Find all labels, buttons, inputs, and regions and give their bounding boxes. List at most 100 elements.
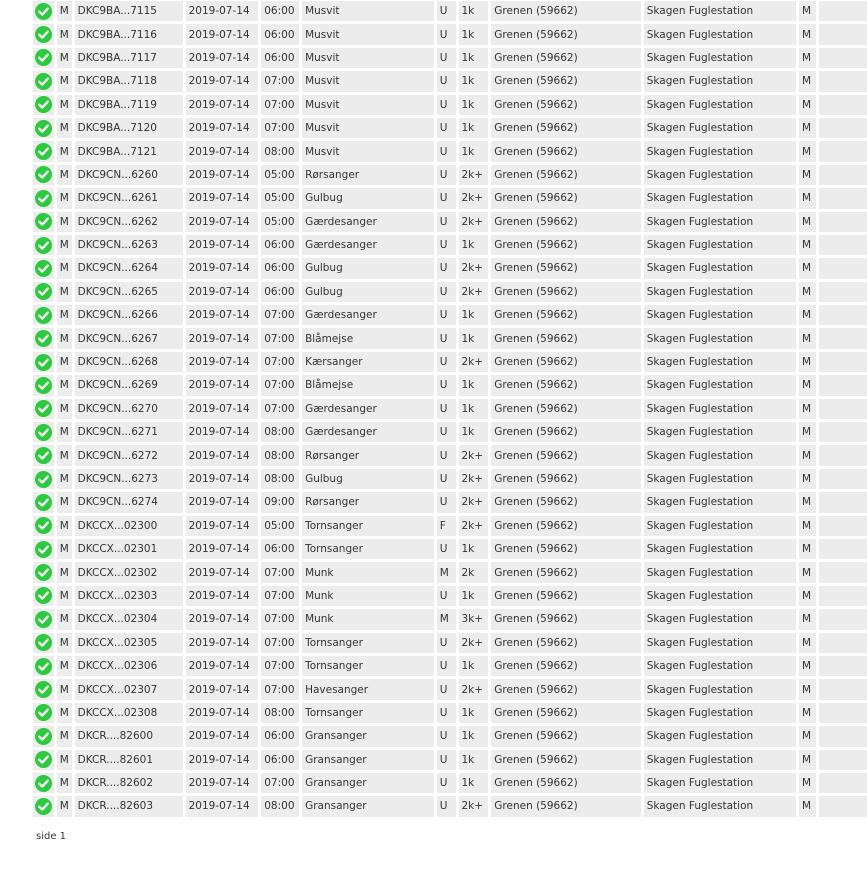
- status-flag: M: [799, 679, 819, 700]
- check-circle-icon: [34, 470, 52, 488]
- species-name: Rørsanger: [302, 164, 437, 186]
- table-row[interactable]: M DKC9CN...6264 2019-07-14 06:00 Gulbug U 2k+ G…: [33, 258, 867, 279]
- location-name: Grenen (59662): [491, 492, 644, 513]
- row-type: M: [56, 726, 75, 747]
- ring-number: DKCCX...02305: [74, 632, 186, 653]
- ringing-time: 08:00: [261, 468, 303, 490]
- status-cell: [33, 726, 57, 747]
- status-cell: [33, 94, 57, 115]
- age-code: 1k: [458, 702, 492, 724]
- table-row[interactable]: M DKC9CN...6271 2019-07-14 08:00 Gærdesanger…: [33, 422, 867, 443]
- location-name: Grenen (59662): [491, 585, 644, 607]
- table-row[interactable]: M DKC9BA...7115 2019-07-14 06:00 Musvit U 1k Gr…: [33, 1, 867, 22]
- table-row[interactable]: M DKC9CN...6263 2019-07-14 06:00 Gærdesanger…: [33, 234, 867, 256]
- table-row[interactable]: M DKC9CN...6273 2019-07-14 08:00 Gulbug U 2k+ G…: [33, 468, 867, 490]
- table-row[interactable]: M DKCR....82602 2019-07-14 07:00 Gransanger U…: [33, 772, 867, 794]
- status-flag: M: [799, 398, 819, 420]
- species-name: Gærdesanger: [302, 211, 437, 232]
- ringing-time: 06:00: [261, 47, 303, 69]
- station-name: Skagen Fuglestation: [643, 71, 800, 92]
- status-cell: [33, 492, 57, 513]
- ring-number: DKC9BA...7118: [74, 71, 186, 92]
- ringing-time: 06:00: [261, 281, 303, 303]
- sex-code: U: [436, 351, 459, 373]
- table-row[interactable]: M DKC9BA...7121 2019-07-14 08:00 Musvit U 1k Gr…: [33, 141, 867, 162]
- station-name: Skagen Fuglestation: [643, 211, 800, 232]
- ringing-date: 2019-07-14: [185, 351, 262, 373]
- table-row[interactable]: M DKC9CN...6261 2019-07-14 05:00 Gulbug U 2k+ G…: [33, 188, 867, 209]
- table-row[interactable]: M DKC9BA...7118 2019-07-14 07:00 Musvit U 1k Gr…: [33, 71, 867, 92]
- table-row[interactable]: M DKC9CN...6269 2019-07-14 07:00 Blåmejse U 1k…: [33, 375, 867, 396]
- table-row[interactable]: M DKCR....82603 2019-07-14 08:00 Gransanger U…: [33, 796, 867, 817]
- table-row[interactable]: M DKC9CN...6270 2019-07-14 07:00 Gærdesanger…: [33, 398, 867, 420]
- ring-number: DKCCX...02302: [74, 562, 186, 583]
- table-row[interactable]: M DKC9CN...6272 2019-07-14 08:00 Rørsanger U 2…: [33, 445, 867, 466]
- status-flag: M: [799, 772, 819, 794]
- table-row[interactable]: M DKCCX...02303 2019-07-14 07:00 Munk U 1k Gren…: [33, 585, 867, 607]
- table-row[interactable]: M DKC9BA...7116 2019-07-14 06:00 Musvit U 1k Gr…: [33, 24, 867, 45]
- station-name: Skagen Fuglestation: [643, 609, 800, 630]
- table-row[interactable]: M DKCCX...02306 2019-07-14 07:00 Tornsanger U…: [33, 655, 867, 677]
- table-row[interactable]: M DKCR....82600 2019-07-14 06:00 Gransanger U…: [33, 726, 867, 747]
- table-row[interactable]: M DKC9CN...6266 2019-07-14 07:00 Gærdesanger…: [33, 305, 867, 326]
- location-name: Grenen (59662): [491, 24, 644, 45]
- table-row[interactable]: M DKCCX...02307 2019-07-14 07:00 Havesanger U…: [33, 679, 867, 700]
- table-row[interactable]: M DKC9BA...7119 2019-07-14 07:00 Musvit U 1k Gr…: [33, 94, 867, 115]
- ring-number: DKC9CN...6260: [74, 164, 186, 186]
- station-name: Skagen Fuglestation: [643, 492, 800, 513]
- table-row[interactable]: M DKCCX...02301 2019-07-14 06:00 Tornsanger U…: [33, 538, 867, 560]
- ring-number: DKC9CN...6272: [74, 445, 186, 466]
- ring-number: DKCCX...02307: [74, 679, 186, 700]
- check-circle-icon: [34, 96, 52, 114]
- status-cell: [33, 188, 57, 209]
- extra-cell: [818, 632, 867, 653]
- table-row[interactable]: M DKC9CN...6268 2019-07-14 07:00 Kærsanger U 2…: [33, 351, 867, 373]
- table-row[interactable]: M DKC9CN...6260 2019-07-14 05:00 Rørsanger U 2…: [33, 164, 867, 186]
- ringing-time: 07:00: [261, 375, 303, 396]
- location-name: Grenen (59662): [491, 468, 644, 490]
- sex-code: U: [436, 141, 459, 162]
- check-circle-icon: [34, 797, 52, 815]
- ring-number: DKC9CN...6266: [74, 305, 186, 326]
- table-row[interactable]: M DKCCX...02305 2019-07-14 07:00 Tornsanger U…: [33, 632, 867, 653]
- check-circle-icon: [34, 400, 52, 418]
- check-circle-icon: [34, 283, 52, 301]
- check-circle-icon: [34, 376, 52, 394]
- row-type: M: [56, 632, 75, 653]
- table-row[interactable]: M DKC9CN...6267 2019-07-14 07:00 Blåmejse U 1k…: [33, 328, 867, 349]
- species-name: Musvit: [302, 141, 437, 162]
- row-type: M: [56, 398, 75, 420]
- species-name: Gulbug: [302, 188, 437, 209]
- ringing-table: M DKC9BA...7115 2019-07-14 06:00 Musvit U 1k Gr…: [33, 0, 867, 820]
- ringing-time: 07:00: [261, 94, 303, 115]
- age-code: 3k+: [458, 609, 492, 630]
- row-type: M: [56, 468, 75, 490]
- check-circle-icon: [34, 751, 52, 769]
- table-row[interactable]: M DKC9CN...6274 2019-07-14 09:00 Rørsanger U 2…: [33, 492, 867, 513]
- table-row[interactable]: M DKCCX...02302 2019-07-14 07:00 Munk M 2k Gren…: [33, 562, 867, 583]
- extra-cell: [818, 422, 867, 443]
- table-row[interactable]: M DKC9CN...6265 2019-07-14 06:00 Gulbug U 2k+ G…: [33, 281, 867, 303]
- ringing-date: 2019-07-14: [185, 164, 262, 186]
- table-row[interactable]: M DKCCX...02308 2019-07-14 08:00 Tornsanger U…: [33, 702, 867, 724]
- table-row[interactable]: M DKC9CN...6262 2019-07-14 05:00 Gærdesanger…: [33, 211, 867, 232]
- station-name: Skagen Fuglestation: [643, 445, 800, 466]
- row-type: M: [56, 1, 75, 22]
- check-circle-icon: [34, 681, 52, 699]
- status-cell: [33, 305, 57, 326]
- table-row[interactable]: M DKCCX...02304 2019-07-14 07:00 Munk M 3k+ Gre…: [33, 609, 867, 630]
- status-cell: [33, 398, 57, 420]
- table-row[interactable]: M DKCR....82601 2019-07-14 06:00 Gransanger U…: [33, 749, 867, 770]
- ring-number: DKCCX...02301: [74, 538, 186, 560]
- table-row[interactable]: M DKC9BA...7117 2019-07-14 06:00 Musvit U 1k Gr…: [33, 47, 867, 69]
- row-type: M: [56, 305, 75, 326]
- table-row[interactable]: M DKCCX...02300 2019-07-14 05:00 Tornsanger F…: [33, 515, 867, 536]
- table-row[interactable]: M DKC9BA...7120 2019-07-14 07:00 Musvit U 1k Gr…: [33, 117, 867, 139]
- station-name: Skagen Fuglestation: [643, 632, 800, 653]
- ring-number: DKC9CN...6265: [74, 281, 186, 303]
- species-name: Blåmejse: [302, 375, 437, 396]
- row-type: M: [56, 609, 75, 630]
- ringing-time: 07:00: [261, 328, 303, 349]
- age-code: 1k: [458, 141, 492, 162]
- status-cell: [33, 211, 57, 232]
